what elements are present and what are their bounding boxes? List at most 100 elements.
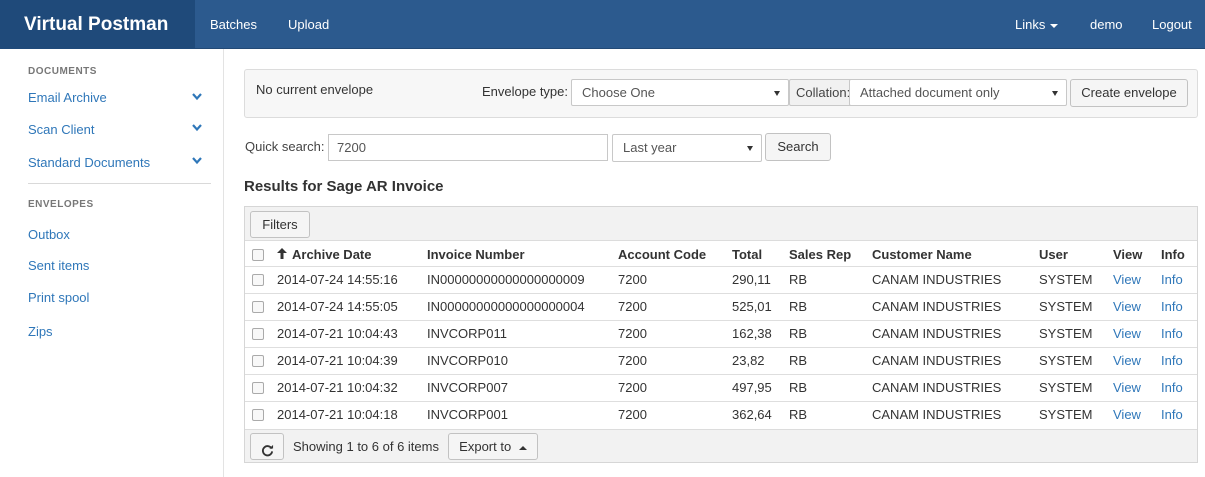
col-view[interactable]: View xyxy=(1113,247,1142,262)
select-all-checkbox[interactable] xyxy=(252,249,264,261)
sidebar-item-sent-items[interactable]: Sent items xyxy=(28,258,89,273)
cell-invoice-number: INVCORP010 xyxy=(427,353,508,368)
chevron-down-icon[interactable] xyxy=(192,124,202,134)
cell-sales-rep: RB xyxy=(789,326,808,341)
sidebar-heading-envelopes: ENVELOPES xyxy=(28,199,94,210)
info-link[interactable]: Info xyxy=(1161,272,1183,287)
info-link[interactable]: Info xyxy=(1161,380,1183,395)
period-select[interactable]: Last year xyxy=(612,134,762,162)
nav-logout[interactable]: Logout xyxy=(1152,0,1192,49)
cell-sales-rep: RB xyxy=(789,380,808,395)
table-row[interactable]: 2014-07-24 14:55:16 IN000000000000000000… xyxy=(245,266,1197,292)
row-checkbox[interactable] xyxy=(252,355,264,367)
view-link[interactable]: View xyxy=(1113,272,1141,287)
cell-sales-rep: RB xyxy=(789,407,808,422)
app-brand[interactable]: Virtual Postman xyxy=(0,0,195,49)
view-link[interactable]: View xyxy=(1113,299,1141,314)
cell-account-code: 7200 xyxy=(618,380,647,395)
top-navbar: Virtual Postman Batches Upload Links dem… xyxy=(0,0,1205,49)
envelope-type-value: Choose One xyxy=(582,85,655,100)
sidebar-item-email-archive[interactable]: Email Archive xyxy=(28,90,107,105)
cell-user: SYSTEM xyxy=(1039,380,1093,395)
cell-account-code: 7200 xyxy=(618,299,647,314)
results-title: Results for Sage AR Invoice xyxy=(244,178,444,195)
results-grid: Filters Archive Date Invoice Number Acco… xyxy=(244,206,1198,463)
col-account-code[interactable]: Account Code xyxy=(618,247,706,262)
nav-upload[interactable]: Upload xyxy=(288,0,329,49)
row-checkbox[interactable] xyxy=(252,409,264,421)
view-link[interactable]: View xyxy=(1113,353,1141,368)
filters-button[interactable]: Filters xyxy=(250,211,310,238)
cell-account-code: 7200 xyxy=(618,407,647,422)
table-row[interactable]: 2014-07-21 10:04:39 INVCORP010 7200 23,8… xyxy=(245,347,1197,373)
cell-user: SYSTEM xyxy=(1039,326,1093,341)
cell-customer-name: CANAM INDUSTRIES xyxy=(872,407,1002,422)
cell-account-code: 7200 xyxy=(618,326,647,341)
cell-account-code: 7200 xyxy=(618,353,647,368)
cell-account-code: 7200 xyxy=(618,272,647,287)
envelope-type-select[interactable]: Choose One xyxy=(571,79,789,106)
create-envelope-button[interactable]: Create envelope xyxy=(1070,79,1188,107)
col-archive-date-label: Archive Date xyxy=(292,247,372,262)
chevron-down-icon[interactable] xyxy=(192,157,202,167)
caret-up-icon xyxy=(518,445,527,450)
cell-user: SYSTEM xyxy=(1039,353,1093,368)
cell-customer-name: CANAM INDUSTRIES xyxy=(872,299,1002,314)
info-link[interactable]: Info xyxy=(1161,326,1183,341)
cell-total: 290,11 xyxy=(732,272,771,287)
col-total[interactable]: Total xyxy=(732,247,762,262)
col-archive-date[interactable]: Archive Date xyxy=(277,247,371,262)
grid-toolbar: Filters xyxy=(245,207,1197,241)
collation-select[interactable]: Attached document only xyxy=(849,79,1067,106)
caret-down-icon xyxy=(1050,23,1059,28)
cell-archive-date: 2014-07-21 10:04:18 xyxy=(277,407,398,422)
nav-batches[interactable]: Batches xyxy=(210,0,257,49)
col-info[interactable]: Info xyxy=(1161,247,1185,262)
table-row[interactable]: 2014-07-24 14:55:05 IN000000000000000000… xyxy=(245,293,1197,319)
search-button[interactable]: Search xyxy=(765,133,831,161)
sidebar-item-print-spool[interactable]: Print spool xyxy=(28,290,89,305)
quick-search-input[interactable]: 7200 xyxy=(328,134,608,161)
info-link[interactable]: Info xyxy=(1161,353,1183,368)
table-row[interactable]: 2014-07-21 10:04:32 INVCORP007 7200 497,… xyxy=(245,374,1197,400)
info-link[interactable]: Info xyxy=(1161,299,1183,314)
nav-user[interactable]: demo xyxy=(1090,0,1123,49)
sidebar-item-scan-client[interactable]: Scan Client xyxy=(28,122,94,137)
cell-sales-rep: RB xyxy=(789,299,808,314)
quick-search-label: Quick search: xyxy=(239,134,329,161)
view-link[interactable]: View xyxy=(1113,326,1141,341)
table-row[interactable]: 2014-07-21 10:04:43 INVCORP011 7200 162,… xyxy=(245,320,1197,346)
row-checkbox[interactable] xyxy=(252,301,264,313)
view-link[interactable]: View xyxy=(1113,407,1141,422)
cell-customer-name: CANAM INDUSTRIES xyxy=(872,380,1002,395)
view-link[interactable]: View xyxy=(1113,380,1141,395)
col-customer-name[interactable]: Customer Name xyxy=(872,247,972,262)
cell-archive-date: 2014-07-21 10:04:32 xyxy=(277,380,398,395)
table-row[interactable]: 2014-07-21 10:04:18 INVCORP001 7200 362,… xyxy=(245,401,1197,427)
col-invoice-number[interactable]: Invoice Number xyxy=(427,247,525,262)
sidebar: DOCUMENTS Email Archive Scan Client Stan… xyxy=(0,49,224,477)
refresh-button[interactable] xyxy=(250,433,284,460)
row-checkbox[interactable] xyxy=(252,274,264,286)
sidebar-item-outbox[interactable]: Outbox xyxy=(28,227,70,242)
cell-user: SYSTEM xyxy=(1039,407,1093,422)
period-value: Last year xyxy=(623,140,677,155)
chevron-down-icon[interactable] xyxy=(192,93,202,103)
cell-archive-date: 2014-07-21 10:04:43 xyxy=(277,326,398,341)
info-link[interactable]: Info xyxy=(1161,407,1183,422)
row-checkbox[interactable] xyxy=(252,382,264,394)
cell-invoice-number: INVCORP001 xyxy=(427,407,508,422)
cell-total: 362,64 xyxy=(732,407,772,422)
cell-total: 497,95 xyxy=(732,380,772,395)
export-button[interactable]: Export to xyxy=(448,433,538,460)
sidebar-item-standard-documents[interactable]: Standard Documents xyxy=(28,155,150,170)
col-user[interactable]: User xyxy=(1039,247,1068,262)
col-sales-rep[interactable]: Sales Rep xyxy=(789,247,851,262)
caret-down-icon xyxy=(747,146,753,151)
nav-links-dropdown[interactable]: Links xyxy=(1015,0,1059,49)
grid-footer: Showing 1 to 6 of 6 items Export to xyxy=(245,429,1197,462)
sidebar-item-zips[interactable]: Zips xyxy=(28,324,53,339)
arrow-up-icon xyxy=(277,247,287,262)
row-checkbox[interactable] xyxy=(252,328,264,340)
cell-archive-date: 2014-07-24 14:55:05 xyxy=(277,299,398,314)
